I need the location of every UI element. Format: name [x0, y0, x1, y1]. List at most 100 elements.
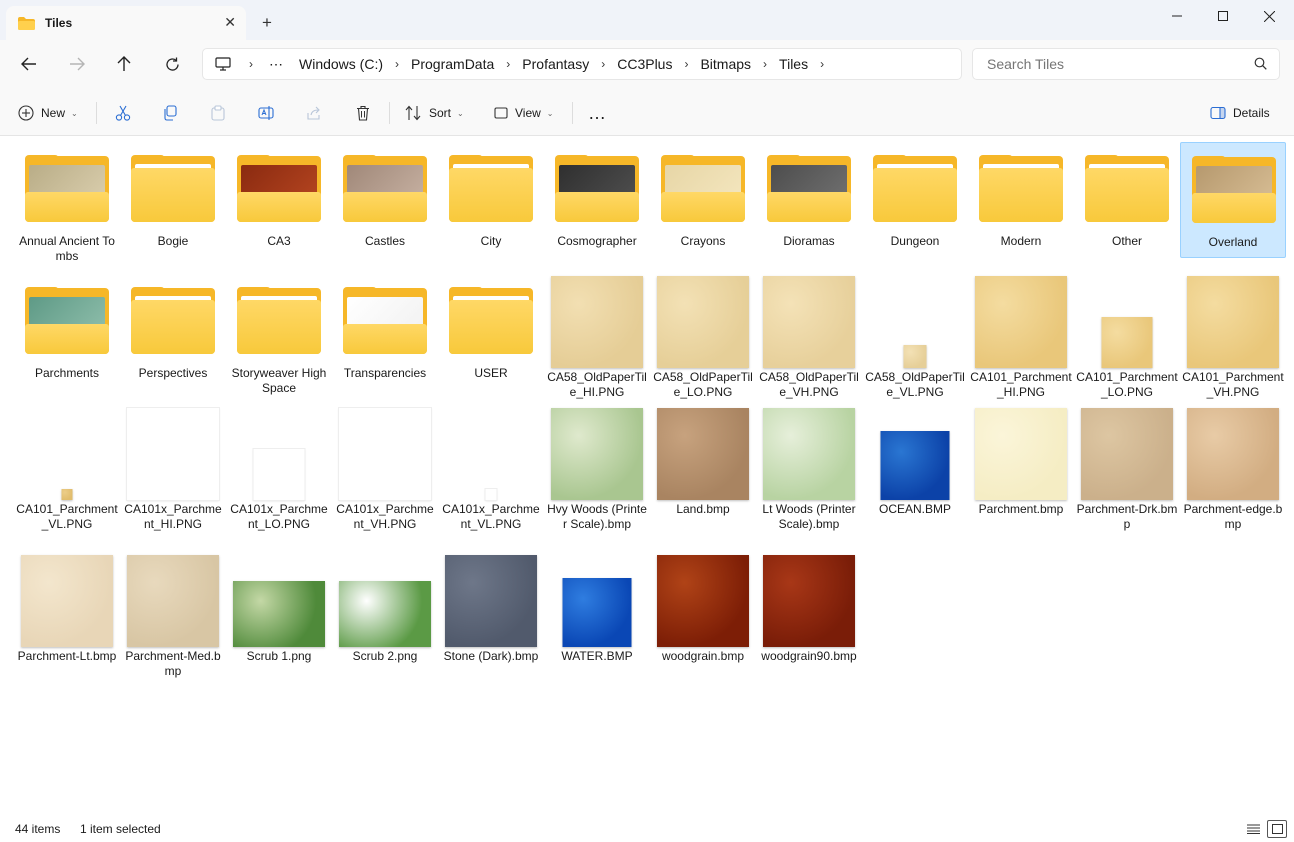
chevron-right-icon[interactable]: › — [249, 57, 253, 71]
view-button[interactable]: View ⌄ — [494, 100, 554, 126]
file-item-ca101-parchment-hi-png[interactable]: CA101_Parchment_HI.PNG — [968, 274, 1074, 400]
breadcrumb-profantasy[interactable]: Profantasy — [522, 56, 589, 72]
maximize-icon — [1218, 11, 1228, 21]
folder-item-other[interactable]: Other — [1074, 142, 1180, 249]
search-input[interactable] — [987, 56, 1247, 72]
breadcrumb-bitmaps[interactable]: Bitmaps — [700, 56, 751, 72]
folder-item-dioramas[interactable]: Dioramas — [756, 142, 862, 249]
sort-button[interactable]: Sort ⌄ — [405, 100, 464, 126]
item-label: Storyweaver HighSpace — [231, 366, 327, 395]
minimize-button[interactable] — [1154, 0, 1200, 32]
details-view-button[interactable] — [1243, 820, 1263, 838]
breadcrumb-programdata[interactable]: ProgramData — [411, 56, 494, 72]
file-view[interactable]: Annual Ancient Tombs Bogie CA3 Castles City C… — [0, 136, 1294, 816]
folder-item-modern[interactable]: Modern — [968, 142, 1074, 249]
image-thumbnail — [14, 553, 120, 649]
search-icon[interactable] — [1254, 57, 1267, 73]
chevron-right-icon[interactable]: › — [506, 57, 510, 71]
file-item-ca58-oldpapertile-vl-png[interactable]: CA58_OldPaperTile_VL.PNG — [862, 274, 968, 400]
folder-item-city[interactable]: City — [438, 142, 544, 249]
file-item-water-bmp[interactable]: WATER.BMP — [544, 553, 650, 664]
new-tab-button[interactable]: + — [262, 13, 272, 33]
chevron-right-icon[interactable]: › — [820, 57, 824, 71]
file-item-parchment-edge-bmp[interactable]: Parchment-edge.bmp — [1180, 406, 1286, 532]
chevron-right-icon[interactable]: › — [684, 57, 688, 71]
back-button[interactable] — [16, 52, 42, 76]
image-thumbnail — [756, 406, 862, 502]
delete-button[interactable] — [355, 100, 371, 126]
file-item-scrub-2-png[interactable]: Scrub 2.png — [332, 553, 438, 664]
file-item-ca58-oldpapertile-lo-png[interactable]: CA58_OldPaperTile_LO.PNG — [650, 274, 756, 400]
file-item-hvy-woods-printer-scale-bmp[interactable]: Hvy Woods (Printer Scale).bmp — [544, 406, 650, 532]
new-button[interactable]: New ⌄ — [18, 100, 78, 126]
close-window-button[interactable] — [1246, 0, 1292, 32]
rename-button[interactable] — [258, 100, 274, 126]
file-item-lt-woods-printer-scale-bmp[interactable]: Lt Woods (Printer Scale).bmp — [756, 406, 862, 532]
file-item-ca101-parchment-vh-png[interactable]: CA101_Parchment_VH.PNG — [1180, 274, 1286, 400]
item-label: CA101x_Parchment_HI.PNG — [124, 502, 222, 531]
folder-item-annual-ancient-tombs[interactable]: Annual Ancient Tombs — [14, 142, 120, 264]
file-item-ca101-parchment-lo-png[interactable]: CA101_Parchment_LO.PNG — [1074, 274, 1180, 400]
breadcrumb-tiles[interactable]: Tiles — [779, 56, 808, 72]
thumbnail-image — [445, 555, 537, 647]
file-item-ca101x-parchment-vl-png[interactable]: CA101x_Parchment_VL.PNG — [438, 406, 544, 532]
chevron-right-icon[interactable]: › — [395, 57, 399, 71]
search-box[interactable] — [972, 48, 1280, 80]
folder-item-bogie[interactable]: Bogie — [120, 142, 226, 249]
file-item-parchment-lt-bmp[interactable]: Parchment-Lt.bmp — [14, 553, 120, 664]
large-icons-view-button[interactable] — [1267, 820, 1287, 838]
folder-item-ca3[interactable]: CA3 — [226, 142, 332, 249]
file-item-woodgrain90-bmp[interactable]: woodgrain90.bmp — [756, 553, 862, 664]
refresh-button[interactable] — [159, 52, 185, 76]
file-item-scrub-1-png[interactable]: Scrub 1.png — [226, 553, 332, 664]
breadcrumb-overflow-icon[interactable]: ⋯ — [269, 56, 283, 73]
item-label: Crayons — [680, 234, 726, 248]
chevron-right-icon[interactable]: › — [763, 57, 767, 71]
file-item-ca101x-parchment-lo-png[interactable]: CA101x_Parchment_LO.PNG — [226, 406, 332, 532]
file-item-ocean-bmp[interactable]: OCEAN.BMP — [862, 406, 968, 517]
file-item-land-bmp[interactable]: Land.bmp — [650, 406, 756, 517]
copy-button[interactable] — [162, 100, 178, 126]
details-button[interactable]: Details — [1210, 100, 1270, 126]
thumbnail-image — [975, 408, 1067, 500]
breadcrumb-cc3plus[interactable]: CC3Plus — [617, 56, 672, 72]
folder-item-dungeon[interactable]: Dungeon — [862, 142, 968, 249]
this-pc-icon[interactable] — [215, 57, 231, 71]
file-item-ca58-oldpapertile-vh-png[interactable]: CA58_OldPaperTile_VH.PNG — [756, 274, 862, 400]
folder-item-perspectives[interactable]: Perspectives — [120, 274, 226, 381]
folder-item-parchments[interactable]: Parchments — [14, 274, 120, 381]
chevron-right-icon[interactable]: › — [601, 57, 605, 71]
file-item-parchment-drk-bmp[interactable]: Parchment-Drk.bmp — [1074, 406, 1180, 532]
maximize-button[interactable] — [1200, 0, 1246, 32]
cut-button[interactable] — [115, 100, 131, 126]
forward-button[interactable] — [64, 52, 90, 76]
folder-item-storyweaver-highspace[interactable]: Storyweaver HighSpace — [226, 274, 332, 396]
file-item-ca58-oldpapertile-hi-png[interactable]: CA58_OldPaperTile_HI.PNG — [544, 274, 650, 400]
image-thumbnail — [544, 553, 650, 649]
folder-item-user[interactable]: USER — [438, 274, 544, 381]
file-item-ca101x-parchment-hi-png[interactable]: CA101x_Parchment_HI.PNG — [120, 406, 226, 532]
folder-item-castles[interactable]: Castles — [332, 142, 438, 249]
breadcrumb-windows-c[interactable]: Windows (C:) — [299, 56, 383, 72]
file-item-parchment-med-bmp[interactable]: Parchment-Med.bmp — [120, 553, 226, 679]
up-button[interactable] — [111, 52, 137, 76]
folder-item-transparencies[interactable]: Transparencies — [332, 274, 438, 381]
breadcrumb[interactable]: › ⋯ Windows (C:) › ProgramData › Profant… — [202, 48, 962, 80]
more-options-button[interactable]: … — [588, 100, 606, 126]
file-item-ca101-parchment-vl-png[interactable]: CA101_Parchment_VL.PNG — [14, 406, 120, 532]
tab-tiles[interactable]: Tiles ✕ — [6, 6, 246, 40]
folder-item-overland[interactable]: Overland — [1180, 142, 1286, 258]
file-item-woodgrain-bmp[interactable]: woodgrain.bmp — [650, 553, 756, 664]
file-item-stone-dark-bmp[interactable]: Stone (Dark).bmp — [438, 553, 544, 664]
image-thumbnail — [226, 406, 332, 502]
image-thumbnail — [650, 274, 756, 370]
share-button[interactable] — [306, 100, 322, 126]
address-bar: › ⋯ Windows (C:) › ProgramData › Profant… — [0, 40, 1294, 88]
file-item-parchment-bmp[interactable]: Parchment.bmp — [968, 406, 1074, 517]
tab-close-icon[interactable]: ✕ — [224, 14, 236, 31]
folder-item-cosmographer[interactable]: Cosmographer — [544, 142, 650, 249]
paste-button[interactable] — [210, 100, 226, 126]
thumbnail-image — [21, 555, 113, 647]
file-item-ca101x-parchment-vh-png[interactable]: CA101x_Parchment_VH.PNG — [332, 406, 438, 532]
folder-item-crayons[interactable]: Crayons — [650, 142, 756, 249]
